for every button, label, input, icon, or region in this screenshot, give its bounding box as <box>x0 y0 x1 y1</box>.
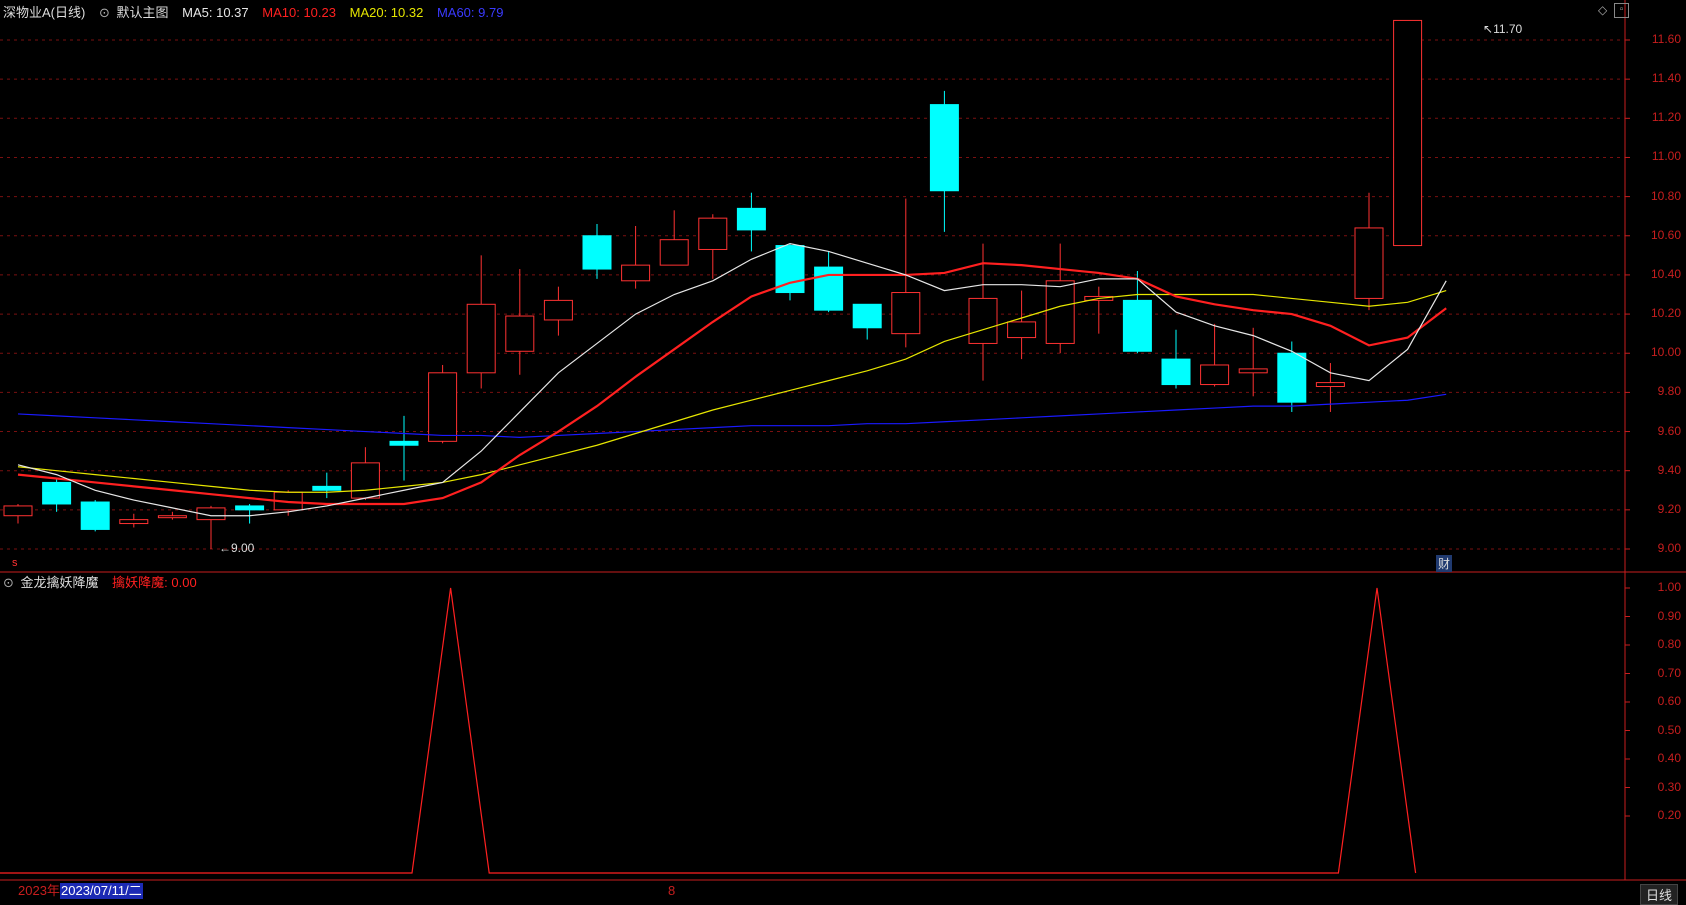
period-button[interactable]: 日线 <box>1639 884 1678 905</box>
signal-line <box>0 587 1417 874</box>
candle-up <box>659 239 689 266</box>
sub-legend: ⊙ 金龙擒妖降魔 擒妖降魔: 0.00 <box>3 572 207 591</box>
candle-down <box>1277 352 1307 403</box>
ma10-value: MA10: 10.23 <box>262 5 336 20</box>
sub-y-tick-label: 1.00 <box>1657 580 1681 594</box>
ma60-line <box>17 393 1447 439</box>
template-name[interactable]: 默认主图 <box>117 5 169 20</box>
max-price-label: ↖11.70 <box>1483 22 1523 36</box>
candle-up <box>1238 368 1268 374</box>
candle-down <box>312 485 342 491</box>
settings-icon-sub[interactable]: ⊙ <box>3 575 14 590</box>
time-axis: 2023年 2023/07/11/二 8 <box>0 881 1686 901</box>
y-tick-label: 11.60 <box>1651 32 1681 46</box>
candle-up <box>157 515 187 519</box>
y-tick-label: 11.20 <box>1651 110 1681 125</box>
candle-up <box>1354 227 1384 299</box>
candle-up <box>1393 19 1423 247</box>
candle-up <box>1315 382 1345 388</box>
candle-up <box>968 297 998 344</box>
candle-up <box>428 372 458 442</box>
candle-down <box>80 501 110 530</box>
candle-down <box>235 505 265 511</box>
candle-up <box>1007 321 1037 339</box>
candle-up <box>621 264 651 282</box>
candle-up <box>891 292 921 335</box>
candle-down <box>929 104 959 192</box>
candle-down <box>736 207 766 231</box>
candle-up <box>1045 280 1075 344</box>
candle-up <box>3 505 33 517</box>
settings-icon[interactable]: ⊙ <box>99 5 110 20</box>
sub-y-tick-label: 0.40 <box>1657 751 1681 765</box>
main-legend: 深物业A(日线) ⊙ 默认主图 MA5: 10.37 MA10: 10.23 M… <box>3 2 513 21</box>
cursor-date: 2023/07/11/二 <box>60 883 143 899</box>
y-tick-label: 11.00 <box>1651 149 1681 164</box>
stock-name[interactable]: 深物业A(日线) <box>3 5 85 20</box>
month-label: 8 <box>668 883 676 898</box>
candle-down <box>42 481 72 505</box>
candle-up <box>350 462 380 499</box>
chart-canvas <box>0 0 1686 881</box>
sub-y-tick-label: 0.20 <box>1657 808 1681 822</box>
ma10-line <box>17 262 1447 506</box>
candle-down <box>582 235 612 270</box>
ma60-value: MA60: 9.79 <box>436 5 504 20</box>
report-tag[interactable]: 财 <box>1436 555 1453 572</box>
candle-up <box>505 315 535 352</box>
sub-y-tick-label: 0.60 <box>1657 694 1681 708</box>
candle-down <box>1122 299 1152 352</box>
sub-y-tick-label: 0.70 <box>1657 665 1681 680</box>
y-tick-label: 10.00 <box>1650 345 1681 360</box>
sub-y-tick-label: 0.50 <box>1657 722 1681 737</box>
ma20-line <box>17 290 1447 493</box>
year-label: 2023年 <box>18 883 60 898</box>
y-tick-label: 9.80 <box>1657 384 1681 399</box>
y-tick-label: 9.60 <box>1657 423 1681 438</box>
y-tick-label: 9.40 <box>1657 462 1681 477</box>
left-tag: s <box>12 557 18 569</box>
y-tick-label: 10.40 <box>1650 266 1681 281</box>
candle-down <box>1161 358 1191 386</box>
candle-down <box>852 303 882 329</box>
candle-up <box>466 303 496 374</box>
min-price-label: ←9.00 <box>219 541 255 555</box>
sub-y-tick-label: 0.80 <box>1657 637 1681 651</box>
ma20-value: MA20: 10.32 <box>349 5 424 20</box>
candle-up <box>698 217 728 250</box>
y-tick-label: 9.20 <box>1657 501 1681 516</box>
y-tick-label: 10.80 <box>1650 188 1681 203</box>
y-tick-label: 11.40 <box>1651 71 1681 86</box>
y-tick-label: 9.00 <box>1657 541 1681 555</box>
indicator-name[interactable]: 金龙擒妖降魔 <box>21 575 99 590</box>
ma5-line <box>17 242 1447 517</box>
diamond-icon[interactable]: ◇ <box>1598 3 1607 17</box>
y-tick-label: 10.60 <box>1650 227 1681 242</box>
sub-y-tick-label: 0.30 <box>1657 779 1681 794</box>
candle-up <box>543 299 573 321</box>
candle-up <box>1200 364 1230 386</box>
maximize-icon[interactable]: ▫ <box>1614 3 1629 18</box>
candle-down <box>389 440 419 446</box>
candle-down <box>814 266 844 311</box>
indicator-value: 擒妖降魔: 0.00 <box>112 575 197 590</box>
ma5-value: MA5: 10.37 <box>182 5 249 20</box>
y-tick-label: 10.20 <box>1650 306 1681 321</box>
candle-up <box>119 519 149 525</box>
sub-y-tick-label: 0.90 <box>1657 608 1681 623</box>
